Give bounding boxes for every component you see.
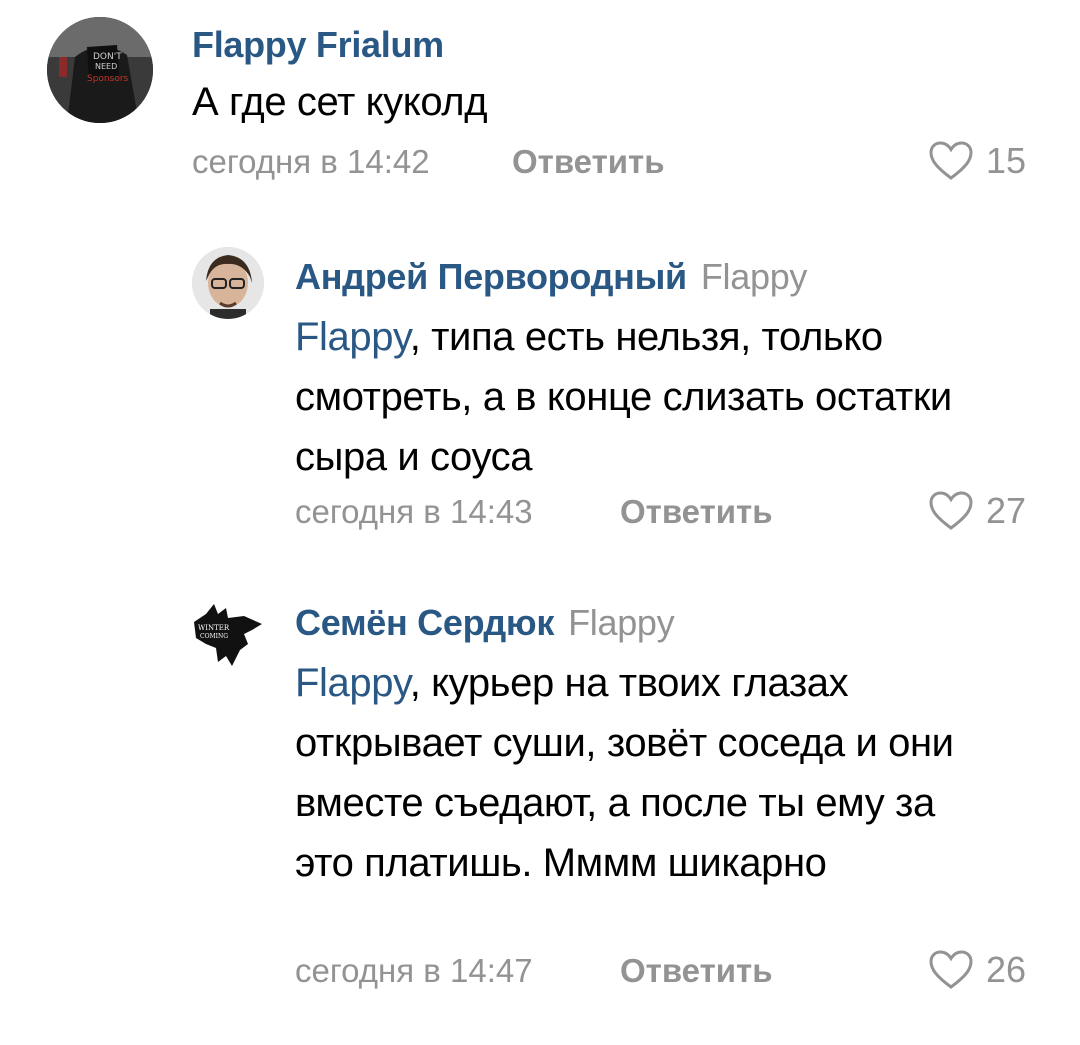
like-count: 27 <box>986 490 1027 531</box>
direwolf-avatar-icon: WINTER COMING <box>194 604 262 666</box>
svg-text:WINTER: WINTER <box>198 624 230 632</box>
comment-text: А где сет куколд <box>192 72 972 132</box>
avatar[interactable]: WINTER COMING <box>192 600 264 672</box>
author-name[interactable]: Андрей Первородный <box>295 256 687 297</box>
mention-link[interactable]: Flappy <box>295 315 410 359</box>
heart-icon <box>929 141 973 180</box>
comment-body: А где сет куколд <box>192 80 488 124</box>
user-photo-avatar-icon: DON'T NEED Sponsors <box>47 17 153 123</box>
author-name[interactable]: Flappy Frialum <box>192 24 444 65</box>
comment: Андрей Первородный Flappy Flappy, типа ес… <box>0 230 1080 550</box>
comment-date[interactable]: сегодня в 14:47 <box>295 952 533 990</box>
author-name[interactable]: Семён Сердюк <box>295 602 554 643</box>
svg-text:COMING: COMING <box>200 633 228 640</box>
comment-text: Flappy, курьер на твоих глазах открывает… <box>295 653 975 893</box>
reply-to-name[interactable]: Flappy <box>568 602 675 643</box>
avatar[interactable] <box>192 247 264 319</box>
avatar[interactable]: DON'T NEED Sponsors <box>47 17 153 123</box>
comment-text: Flappy, типа есть нельзя, только смотрет… <box>295 307 995 487</box>
mention-link[interactable]: Flappy <box>295 661 410 705</box>
reply-button[interactable]: Ответить <box>620 493 773 531</box>
comment-author[interactable]: Семён Сердюк Flappy <box>295 602 675 644</box>
like-count: 15 <box>986 140 1027 181</box>
like-button[interactable]: 15 <box>928 140 1026 182</box>
comment-date[interactable]: сегодня в 14:43 <box>295 493 533 531</box>
comment: DON'T NEED Sponsors Flappy Frialum А где… <box>0 0 1080 200</box>
comment: WINTER COMING Семён Сердюк Flappy Flappy,… <box>0 582 1080 1032</box>
user-photo-avatar-icon <box>192 247 264 319</box>
reply-to-name[interactable]: Flappy <box>701 256 808 297</box>
like-button[interactable]: 27 <box>928 490 1026 532</box>
reply-button[interactable]: Ответить <box>512 143 665 181</box>
like-count: 26 <box>986 949 1027 990</box>
svg-text:NEED: NEED <box>95 62 117 71</box>
comment-author[interactable]: Андрей Первородный Flappy <box>295 256 807 298</box>
svg-text:Sponsors: Sponsors <box>87 74 129 84</box>
comment-author[interactable]: Flappy Frialum <box>192 24 444 66</box>
heart-icon <box>929 950 973 989</box>
svg-text:DON'T: DON'T <box>93 52 122 62</box>
like-button[interactable]: 26 <box>928 949 1026 991</box>
heart-icon <box>929 491 973 530</box>
comment-date[interactable]: сегодня в 14:42 <box>192 143 430 181</box>
reply-button[interactable]: Ответить <box>620 952 773 990</box>
